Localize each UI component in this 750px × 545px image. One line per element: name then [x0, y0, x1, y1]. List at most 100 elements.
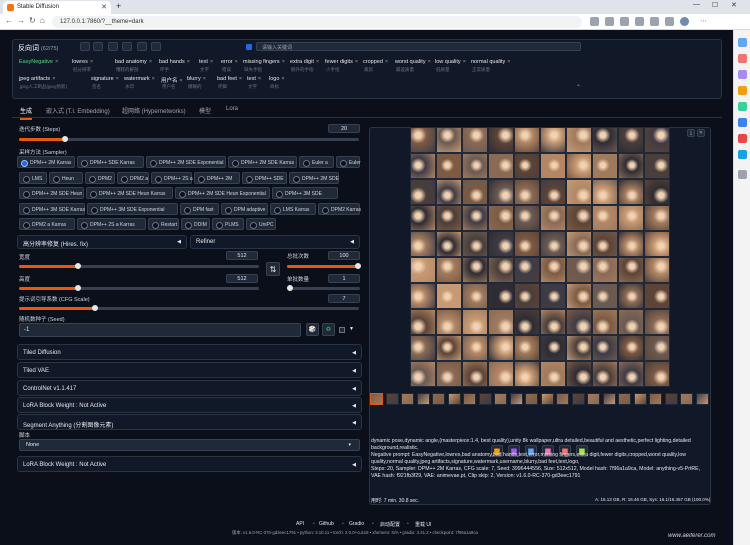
sampler-option[interactable]: DDIM [181, 218, 210, 230]
sampler-option[interactable]: DPM++ 2M SDE Heun [19, 187, 84, 199]
thumbnail-image[interactable] [525, 393, 538, 405]
result-image[interactable] [410, 205, 436, 231]
sampler-option[interactable]: LMS [19, 172, 47, 184]
tab-hypernetworks[interactable]: 超网络 (Hypernetworks) [122, 106, 186, 115]
negative-tag[interactable]: error × [221, 59, 238, 67]
remove-tag-icon[interactable]: × [282, 59, 285, 65]
sampler-option[interactable]: DPM++ 2M [194, 172, 240, 184]
browser-tab[interactable]: Stable Diffusion ✕ [3, 1, 111, 14]
result-image[interactable] [514, 153, 540, 179]
result-image[interactable] [488, 179, 514, 205]
result-image[interactable] [566, 127, 592, 153]
result-image[interactable] [540, 309, 566, 335]
remove-tag-icon[interactable]: × [180, 78, 183, 84]
sampler-option[interactable]: DPM++ 2S a Karras [77, 218, 146, 230]
result-image[interactable] [436, 257, 462, 283]
remove-tag-icon[interactable]: × [463, 59, 466, 65]
minimize-icon[interactable]: — [693, 1, 700, 8]
games-icon[interactable] [738, 86, 747, 95]
tab-models[interactable]: 模型 [199, 106, 211, 115]
close-tab-icon[interactable]: ✕ [101, 3, 107, 11]
remove-tag-icon[interactable]: × [90, 59, 93, 65]
negative-tag[interactable]: blurry × [187, 76, 206, 84]
result-image[interactable] [644, 257, 670, 283]
prompt-tool-2-icon[interactable] [93, 42, 103, 51]
sampler-option[interactable]: DPM++ 2S a [151, 172, 193, 184]
thumbnail-image[interactable] [478, 393, 492, 405]
batch-size-input[interactable]: 1 [328, 274, 360, 283]
result-image[interactable] [436, 231, 462, 257]
negative-tag[interactable]: bad anatomy × [115, 59, 152, 67]
sampler-option[interactable]: DPM++ 3M SDE [272, 187, 338, 199]
back-icon[interactable]: ← [5, 16, 13, 25]
negative-tag[interactable]: low quality × [435, 59, 466, 67]
result-image[interactable] [566, 283, 592, 309]
result-image[interactable] [592, 361, 618, 387]
remove-tag-icon[interactable]: × [507, 59, 510, 65]
result-image[interactable] [462, 361, 488, 387]
thumbnail-image[interactable] [664, 393, 678, 405]
result-image[interactable] [644, 127, 670, 153]
result-image[interactable] [592, 127, 618, 153]
result-image[interactable] [436, 283, 462, 309]
negative-tag[interactable]: EasyNegative × [19, 59, 58, 67]
skype-icon[interactable] [738, 150, 747, 159]
tab-embedding[interactable]: 嵌入式 (T.I. Embedding) [46, 106, 110, 115]
thumbnail-strip[interactable] [370, 392, 710, 406]
reuse-seed-icon[interactable]: ♻ [322, 323, 335, 336]
result-image[interactable] [436, 361, 462, 387]
search-icon[interactable] [738, 38, 747, 47]
remove-tag-icon[interactable]: × [316, 59, 319, 65]
result-image[interactable] [410, 283, 436, 309]
shopping-icon[interactable] [738, 54, 747, 63]
lora-block-weight-accordion[interactable]: LoRA Block Weight : Not Active ◀ [17, 397, 362, 413]
sampler-option[interactable]: Euler a [299, 156, 334, 168]
width-input[interactable]: 512 [226, 251, 258, 260]
negative-tag[interactable]: normal quality × [471, 59, 510, 67]
negative-tag[interactable]: bad hands × [159, 59, 190, 67]
result-image[interactable] [514, 257, 540, 283]
thumbnail-image[interactable] [494, 393, 507, 405]
result-image[interactable] [410, 335, 436, 361]
sampler-option[interactable]: PLMS [212, 218, 244, 230]
sampler-option[interactable]: DPM++ 2M SDE Heun Karras [86, 187, 173, 199]
seed-input[interactable]: -1 [19, 323, 301, 337]
thumbnail-image[interactable] [463, 393, 476, 405]
result-image[interactable] [462, 309, 488, 335]
tools-icon[interactable] [738, 70, 747, 79]
result-image[interactable] [410, 179, 436, 205]
drop-icon[interactable] [738, 134, 747, 143]
sampler-option[interactable]: LMS Karras [270, 203, 316, 215]
result-image[interactable] [618, 205, 644, 231]
negative-tag[interactable]: bad feet × [217, 76, 242, 84]
sampler-option[interactable]: Heun [49, 172, 83, 184]
result-image[interactable] [514, 335, 540, 361]
result-image[interactable] [566, 153, 592, 179]
close-gallery-icon[interactable]: ✕ [697, 129, 705, 137]
result-image[interactable] [644, 179, 670, 205]
result-image[interactable] [462, 283, 488, 309]
result-image[interactable] [540, 361, 566, 387]
prompt-tool-4-icon[interactable] [122, 42, 132, 51]
remove-tag-icon[interactable]: × [187, 59, 190, 65]
result-image[interactable] [436, 309, 462, 335]
thumbnail-image[interactable] [618, 393, 631, 405]
remove-tag-icon[interactable]: × [116, 76, 119, 82]
extra-seed-checkbox[interactable] [339, 327, 345, 333]
sampler-option[interactable]: DPM adaptive [221, 203, 268, 215]
forward-icon[interactable]: → [17, 16, 25, 25]
tiled-vae-accordion[interactable]: Tiled VAE ◀ [17, 362, 362, 378]
trash-icon[interactable] [151, 42, 161, 51]
read-aloud-icon[interactable] [590, 17, 599, 26]
result-image[interactable] [410, 309, 436, 335]
thumbnail-image[interactable] [602, 393, 616, 405]
result-image[interactable] [566, 335, 592, 361]
thumbnail-image[interactable] [649, 393, 662, 405]
remove-tag-icon[interactable]: × [235, 59, 238, 65]
thumbnail-image[interactable] [540, 393, 554, 405]
result-image[interactable] [462, 179, 488, 205]
filter-checkbox[interactable] [246, 44, 252, 50]
sampler-option[interactable]: DPM++ 3M SDE Karras [19, 203, 85, 215]
remove-tag-icon[interactable]: × [355, 59, 358, 65]
footer-link-startup[interactable]: 启动配置 [380, 521, 400, 528]
